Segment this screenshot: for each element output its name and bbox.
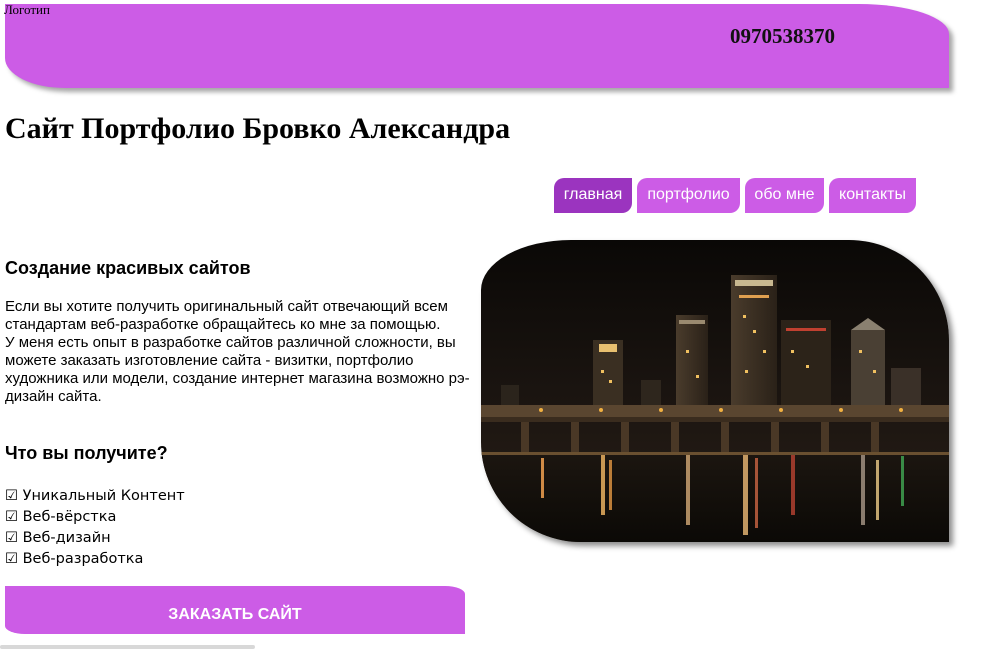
intro-paragraph-1: Если вы хотите получить оригинальный сай… bbox=[5, 298, 448, 333]
section-heading: Создание красивых сайтов bbox=[5, 258, 251, 278]
benefit-item: ☑ Веб-разработка bbox=[5, 551, 144, 567]
logo[interactable]: Логотип bbox=[4, 2, 50, 18]
benefit-item: ☑ Веб-дизайн bbox=[5, 530, 111, 546]
benefits-heading: Что вы получите? bbox=[5, 443, 168, 463]
nav-item-about[interactable]: обо мне bbox=[745, 178, 824, 213]
benefit-item: ☑ Веб-вёрстка bbox=[5, 509, 117, 525]
nav-item-portfolio[interactable]: портфолио bbox=[637, 178, 740, 213]
city-night-image bbox=[481, 240, 949, 542]
intro-text: Если вы хотите получить оригинальный сай… bbox=[5, 298, 470, 406]
benefits-list: ☑ Уникальный Контент ☑ Веб-вёрстка ☑ Веб… bbox=[5, 486, 185, 570]
phone-number: 0970538370 bbox=[730, 24, 835, 48]
nav-item-home[interactable]: главная bbox=[554, 178, 632, 213]
horizontal-scrollbar[interactable] bbox=[0, 645, 255, 649]
nav-item-contacts[interactable]: контакты bbox=[829, 178, 916, 213]
page: 0970538370 Логотип Сайт Портфолио Бровко… bbox=[0, 0, 1008, 649]
header-banner: 0970538370 bbox=[5, 4, 949, 88]
intro-paragraph-2: У меня есть опыт в разработке сайтов раз… bbox=[5, 334, 470, 405]
benefit-item: ☑ Уникальный Контент bbox=[5, 488, 185, 504]
order-site-button[interactable]: ЗАКАЗАТЬ САЙТ bbox=[5, 586, 465, 634]
page-title: Сайт Портфолио Бровко Александра bbox=[5, 112, 511, 145]
